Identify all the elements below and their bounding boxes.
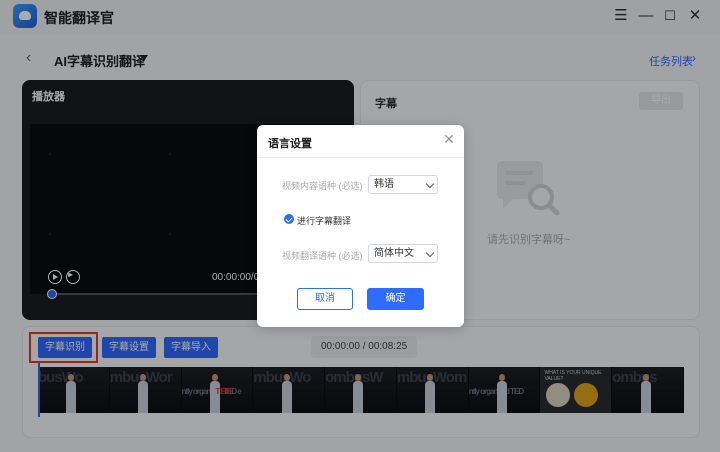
language-settings-dialog: 语言设置 ✕ 视频内容语种 (必选) 韩语 进行字幕翻译 视频翻译语种 (必选)… xyxy=(257,125,464,327)
source-language-select[interactable]: 韩语 xyxy=(368,175,438,194)
source-language-value: 韩语 xyxy=(374,179,394,190)
target-language-select[interactable]: 简体中文 xyxy=(368,244,438,263)
target-language-value: 简体中文 xyxy=(374,248,414,259)
chevron-down-icon xyxy=(425,248,435,258)
chevron-down-icon xyxy=(425,179,435,189)
target-language-label: 视频翻译语种 (必选) xyxy=(282,251,363,261)
translate-checkbox-label[interactable]: 进行字幕翻译 xyxy=(297,214,351,227)
dialog-title: 语言设置 xyxy=(268,138,312,150)
source-language-label: 视频内容语种 (必选) xyxy=(282,181,363,191)
confirm-button[interactable]: 确定 xyxy=(367,288,424,310)
dialog-divider xyxy=(257,157,464,158)
cancel-button[interactable]: 取消 xyxy=(297,288,353,310)
close-icon[interactable]: ✕ xyxy=(443,132,455,146)
translate-checkbox[interactable] xyxy=(284,214,294,224)
